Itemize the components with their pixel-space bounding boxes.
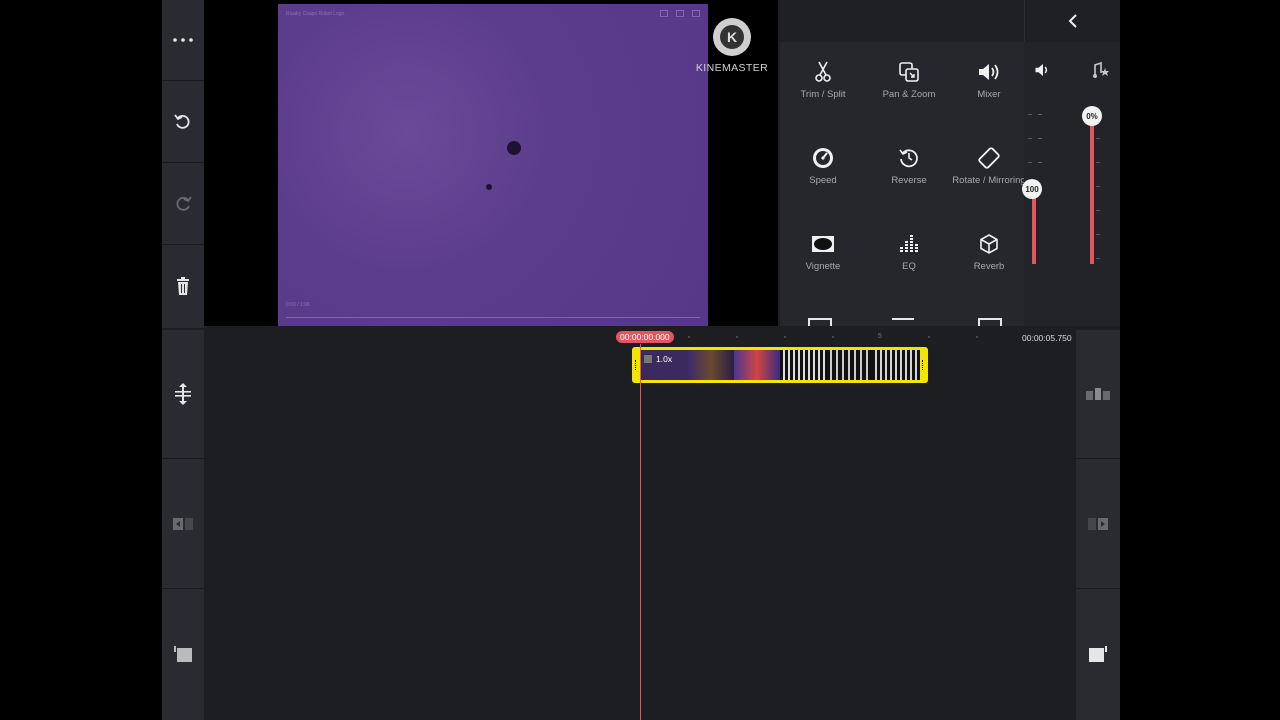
clip-thumbnail — [688, 350, 734, 380]
video-clip[interactable]: 1.0x — [632, 347, 928, 383]
trash-icon — [177, 277, 189, 295]
clip-volume-knob[interactable]: 100 — [1022, 179, 1042, 199]
chevron-left-icon — [1068, 14, 1077, 28]
video-progress-bar — [286, 317, 700, 318]
timeline-left-toolbar — [162, 330, 204, 720]
dark-spot-small — [486, 184, 492, 190]
video-frame: Rivalry Csupo Robot Logo 0:00 / 1:06 — [278, 4, 708, 326]
tool-label: Rotate / Mirroring — [952, 175, 1026, 186]
trim-split-button[interactable]: Trim / Split — [780, 58, 866, 100]
speaker-icon — [979, 64, 999, 80]
reverse-button[interactable]: Reverse — [866, 144, 952, 186]
speedometer-icon — [813, 148, 833, 168]
pan-zoom-icon — [899, 62, 919, 82]
rotate-mirroring-button[interactable]: Rotate / Mirroring — [946, 144, 1032, 186]
scissors-icon — [815, 61, 831, 82]
video-player-icons — [660, 10, 700, 17]
undo-icon — [174, 114, 190, 129]
preview-area[interactable]: Rivalry Csupo Robot Logo 0:00 / 1:06 K K… — [204, 0, 778, 326]
clip-thumbnail — [780, 350, 826, 380]
volume-mixer: 100 0% — [1022, 42, 1120, 326]
reverb-icon — [980, 234, 998, 254]
clip-speed-badge: 1.0x — [644, 354, 672, 364]
end-frame-icon — [1089, 646, 1107, 662]
timeline[interactable]: 5 1.0x 00:00:00.000 00:00:05.750 — [204, 330, 1076, 720]
more-tool-icon — [892, 318, 914, 326]
go-to-start-button[interactable] — [162, 590, 204, 718]
tool-label: Trim / Split — [800, 89, 846, 100]
video-caption: Rivalry Csupo Robot Logo — [286, 11, 345, 17]
clip-thumbnail — [826, 350, 872, 380]
back-button[interactable] — [1024, 0, 1120, 42]
pan-zoom-button[interactable]: Pan & Zoom — [866, 58, 952, 100]
rotate-icon — [978, 147, 1000, 169]
vignette-button[interactable]: Vignette — [780, 230, 866, 272]
edit-panel: Trim / Split Pan & Zoom Mixer Speed Reve… — [780, 0, 1120, 326]
clip-thumbnails: 1.0x — [640, 350, 920, 380]
more-button[interactable] — [162, 0, 204, 81]
kinemaster-logo-icon: K — [713, 18, 751, 56]
start-frame-icon — [174, 646, 192, 662]
layer-icon — [1086, 388, 1110, 400]
jump-to-end-button[interactable] — [1076, 460, 1120, 589]
timeline-right-toolbar — [1076, 330, 1120, 720]
left-toolbar — [162, 0, 204, 328]
speed-button[interactable]: Speed — [780, 144, 866, 186]
tool-label: Vignette — [805, 261, 841, 272]
reverse-icon — [899, 149, 918, 168]
clip-thumbnail — [872, 350, 920, 380]
dark-spot — [507, 141, 521, 155]
jump-to-start-button[interactable] — [162, 460, 204, 589]
jump-start-icon — [173, 518, 193, 530]
jump-end-icon — [1088, 518, 1108, 530]
kinemaster-watermark: K KINEMASTER — [694, 18, 770, 74]
tool-label: Pan & Zoom — [882, 89, 936, 100]
clip-thumbnail — [734, 350, 780, 380]
speed-badge-icon — [644, 355, 652, 363]
eq-button[interactable]: EQ — [866, 230, 952, 272]
redo-button[interactable] — [162, 164, 204, 245]
tool-label: Speed — [809, 175, 837, 186]
undo-button[interactable] — [162, 82, 204, 163]
tool-label: EQ — [902, 261, 916, 272]
reverb-button[interactable]: Reverb — [946, 230, 1032, 272]
kinemaster-editor: Rivalry Csupo Robot Logo 0:00 / 1:06 K K… — [162, 0, 1120, 720]
layer-button[interactable] — [1076, 330, 1120, 459]
eq-icon — [900, 235, 918, 252]
volume-icon — [1035, 64, 1048, 76]
more-tool-icon — [808, 318, 832, 326]
delete-button[interactable] — [162, 246, 204, 326]
clip-trim-handle-left[interactable] — [635, 360, 638, 370]
track-expand-button[interactable] — [162, 330, 204, 459]
tool-label: Mixer — [977, 89, 1001, 100]
redo-icon — [176, 196, 192, 211]
tool-label: Reverse — [891, 175, 927, 186]
watermark-text: KINEMASTER — [695, 62, 769, 74]
tool-label: Reverb — [973, 261, 1005, 272]
video-time: 0:00 / 1:06 — [286, 302, 310, 308]
more-icon — [173, 38, 193, 42]
clip-trim-handle-right[interactable] — [922, 360, 925, 370]
mixer-button[interactable]: Mixer — [946, 58, 1032, 100]
vignette-icon — [812, 236, 834, 252]
go-to-end-button[interactable] — [1076, 590, 1120, 718]
more-tool-icon — [978, 318, 1002, 326]
ruler-label: 5 — [878, 333, 882, 340]
expand-vertical-icon — [175, 383, 191, 405]
current-time: 00:00:00.000 — [616, 331, 674, 343]
end-time: 00:00:05.750 — [1022, 333, 1072, 343]
music-star-icon — [1093, 62, 1109, 78]
playhead[interactable] — [640, 344, 641, 720]
background-volume-knob[interactable]: 0% — [1082, 106, 1102, 126]
